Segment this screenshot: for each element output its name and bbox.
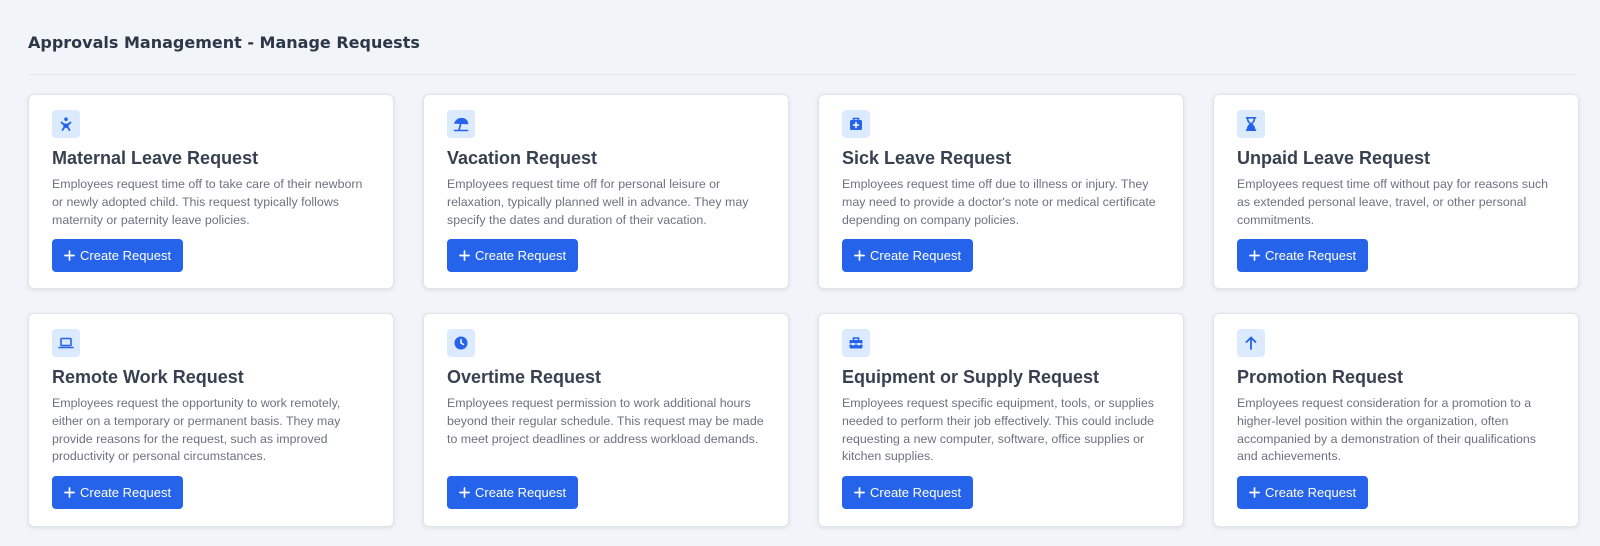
card-description: Employees request time off for personal …: [447, 177, 749, 227]
create-request-button[interactable]: Create Request: [842, 476, 974, 509]
card-title: Sick Leave Request: [842, 148, 1012, 168]
plus-icon: [1249, 250, 1260, 261]
create-request-button[interactable]: Create Request: [447, 476, 579, 509]
card-description: Employees request time off without pay f…: [1237, 177, 1549, 227]
card-maternal-leave: Maternal Leave Request Employees request…: [28, 94, 394, 289]
request-cards-grid: Maternal Leave Request Employees request…: [28, 94, 1579, 527]
card-title: Promotion Request: [1237, 367, 1404, 387]
card-equipment-supply: Equipment or Supply Request Employees re…: [818, 313, 1184, 527]
hourglass-icon: [1237, 110, 1265, 138]
divider: [28, 74, 1577, 75]
medical-kit-icon: [842, 110, 870, 138]
card-description: Employees request time off to take care …: [52, 177, 363, 227]
plus-icon: [854, 250, 865, 261]
plus-icon: [459, 487, 470, 498]
card-description: Employees request time off due to illnes…: [842, 177, 1156, 227]
card-title: Equipment or Supply Request: [842, 367, 1100, 387]
card-description: Employees request specific equipment, to…: [842, 396, 1155, 464]
card-title: Overtime Request: [447, 367, 602, 387]
card-description: Employees request the opportunity to wor…: [52, 396, 341, 464]
beach-umbrella-icon: [447, 110, 475, 138]
create-request-button[interactable]: Create Request: [52, 239, 184, 272]
page: Approvals Management - Manage Requests M…: [0, 0, 1600, 527]
laptop-icon: [52, 329, 80, 357]
plus-icon: [64, 487, 75, 498]
button-label: Create Request: [80, 485, 172, 500]
card-title: Maternal Leave Request: [52, 148, 259, 168]
card-title: Remote Work Request: [52, 367, 244, 387]
card-title: Vacation Request: [447, 148, 598, 168]
card-unpaid-leave: Unpaid Leave Request Employees request t…: [1213, 94, 1579, 289]
create-request-button[interactable]: Create Request: [842, 239, 974, 272]
card-overtime: Overtime Request Employees request permi…: [423, 313, 789, 527]
plus-icon: [459, 250, 470, 261]
button-label: Create Request: [475, 485, 567, 500]
create-request-button[interactable]: Create Request: [1237, 239, 1369, 272]
card-sick-leave: Sick Leave Request Employees request tim…: [818, 94, 1184, 289]
page-title: Approvals Management - Manage Requests: [28, 33, 420, 52]
card-description: Employees request consideration for a pr…: [1237, 396, 1536, 464]
create-request-button[interactable]: Create Request: [447, 239, 579, 272]
plus-icon: [854, 487, 865, 498]
plus-icon: [64, 250, 75, 261]
button-label: Create Request: [870, 248, 962, 263]
create-request-button[interactable]: Create Request: [52, 476, 184, 509]
create-request-button[interactable]: Create Request: [1237, 476, 1369, 509]
card-remote-work: Remote Work Request Employees request th…: [28, 313, 394, 527]
plus-icon: [1249, 487, 1260, 498]
toolbox-icon: [842, 329, 870, 357]
card-title: Unpaid Leave Request: [1237, 148, 1431, 168]
button-label: Create Request: [80, 248, 172, 263]
arrow-up-icon: [1237, 329, 1265, 357]
button-label: Create Request: [1265, 248, 1357, 263]
button-label: Create Request: [870, 485, 962, 500]
button-label: Create Request: [475, 248, 567, 263]
clock-icon: [447, 329, 475, 357]
card-vacation: Vacation Request Employees request time …: [423, 94, 789, 289]
card-promotion: Promotion Request Employees request cons…: [1213, 313, 1579, 527]
card-description: Employees request permission to work add…: [447, 396, 764, 446]
baby-icon: [52, 110, 80, 138]
button-label: Create Request: [1265, 485, 1357, 500]
